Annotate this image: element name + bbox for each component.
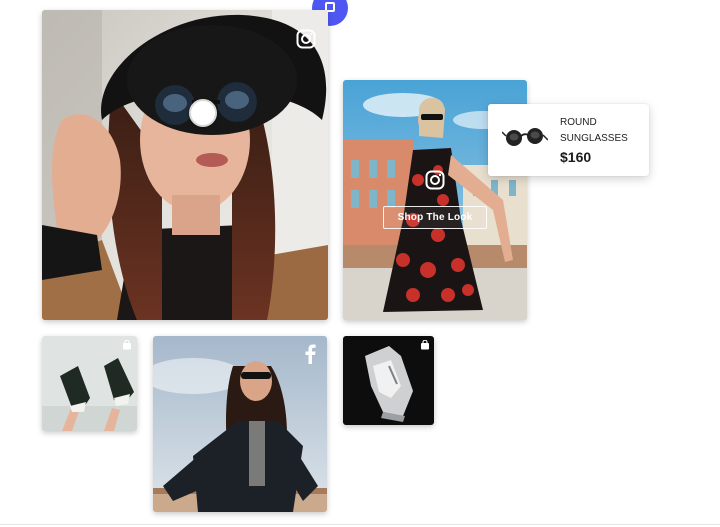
- photo-woman-leather-jacket: [153, 336, 327, 512]
- gallery-tile-leather-jacket[interactable]: [153, 336, 327, 512]
- photo-sneakers-feet: [42, 336, 137, 431]
- product-hotspot[interactable]: [189, 99, 217, 127]
- product-name[interactable]: ROUND SUNGLASSES: [560, 115, 642, 147]
- sunglasses-icon: [501, 124, 549, 155]
- product-price: $160: [560, 149, 592, 165]
- shop-the-look-button[interactable]: Shop The Look: [383, 206, 487, 229]
- gallery-tile-sneakers-feet[interactable]: [42, 336, 137, 431]
- photo-woman-hat: [42, 10, 328, 320]
- instagram-icon[interactable]: [296, 29, 316, 49]
- instagram-icon[interactable]: [425, 170, 445, 190]
- product-popup[interactable]: ROUND SUNGLASSES $160: [488, 104, 649, 176]
- page-bottom-divider: [0, 524, 720, 525]
- gallery-tile-silver-sneakers[interactable]: [343, 336, 434, 425]
- shopping-bag-icon[interactable]: [420, 340, 430, 350]
- facebook-icon[interactable]: [304, 344, 316, 364]
- gallery-tile-hat-woman[interactable]: [42, 10, 328, 320]
- shopping-bag-icon[interactable]: [122, 340, 132, 350]
